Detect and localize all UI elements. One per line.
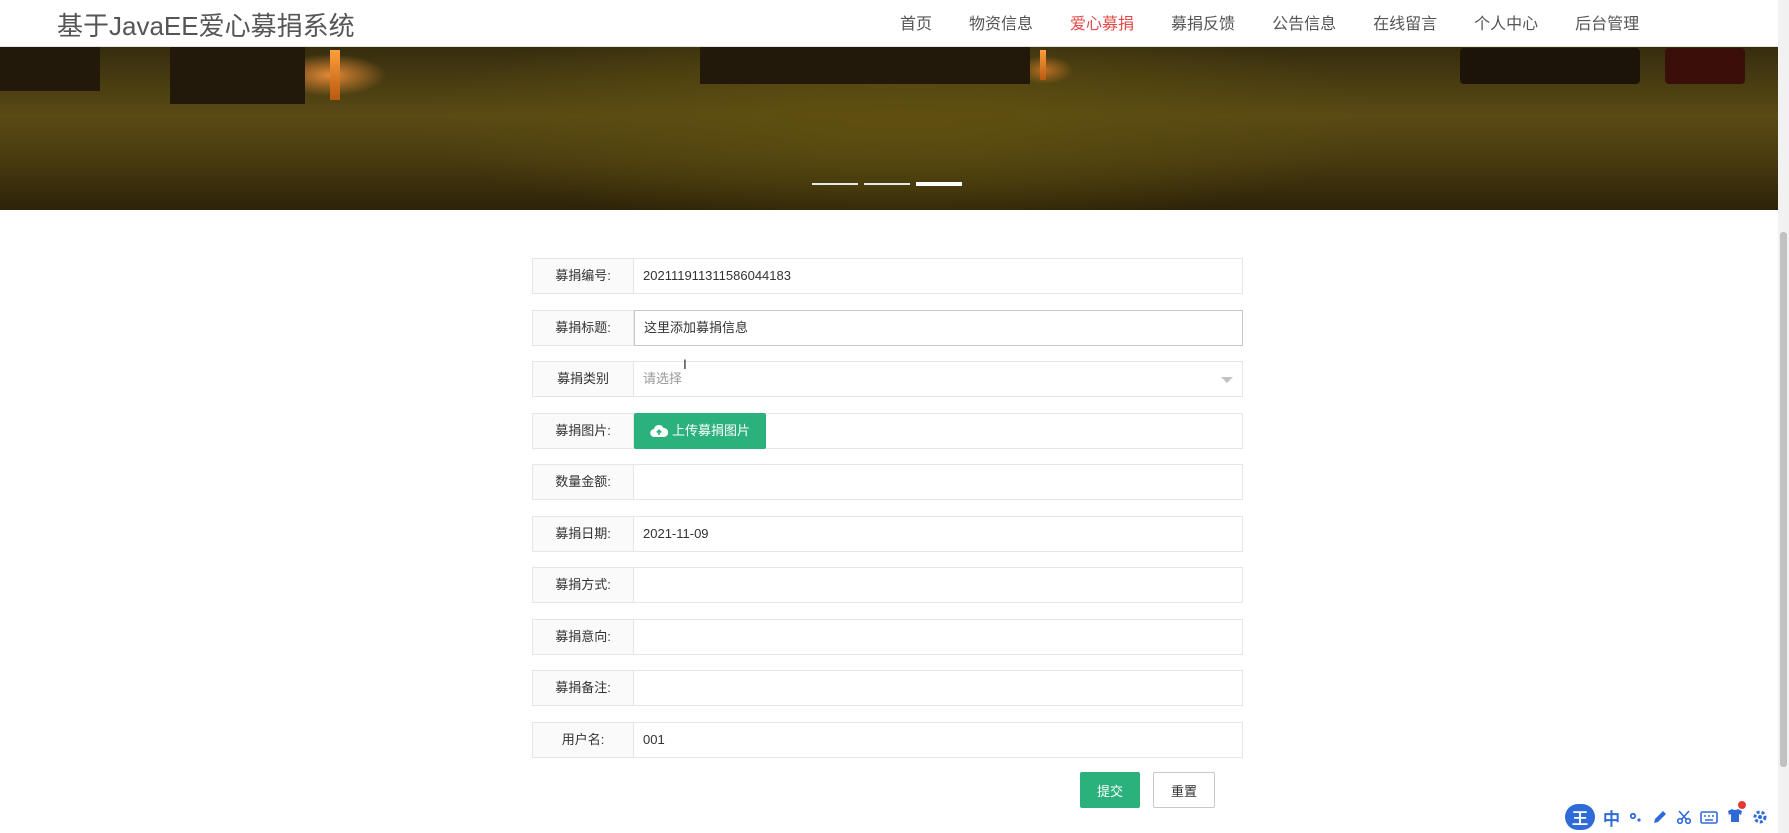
category-select[interactable]: 请选择 [634, 361, 1243, 397]
notification-dot [1738, 800, 1746, 809]
upload-image-button[interactable]: 上传募捐图片 [634, 412, 766, 449]
carousel-indicators [812, 182, 962, 186]
light-reflection [330, 50, 340, 100]
nav-profile[interactable]: 个人中心 [1474, 10, 1538, 34]
date-label: 募捐日期: [532, 515, 634, 552]
title-field[interactable]: 这里添加募捐信息 [634, 309, 1243, 346]
remark-field[interactable] [634, 670, 1243, 706]
amount-label: 数量金额: [532, 464, 634, 500]
form-row-donation-no: 募捐编号: 202111911311586044183 [532, 258, 1243, 294]
amount-field[interactable] [634, 464, 1243, 500]
image-field: 上传募捐图片 [634, 412, 1243, 449]
skin-button[interactable] [1726, 800, 1746, 828]
username-label: 用户名: [532, 721, 634, 758]
bridge-pillar [700, 46, 1030, 84]
form-row-remark: 募捐备注: [532, 670, 1243, 706]
text-cursor-icon: I [683, 356, 687, 372]
nav-messages[interactable]: 在线留言 [1373, 10, 1437, 34]
page-scrollbar[interactable] [1778, 0, 1789, 833]
form-row-title: 募捐标题: 这里添加募捐信息 [532, 309, 1243, 346]
main-nav: 首页 物资信息 爱心募捐 募捐反馈 公告信息 在线留言 个人中心 后台管理 [900, 10, 1639, 34]
pen-icon[interactable] [1652, 809, 1668, 825]
username-field[interactable]: 001 [634, 721, 1243, 758]
punctuation-icon[interactable] [1628, 809, 1644, 825]
scrollbar-thumb[interactable] [1780, 232, 1787, 767]
skin-icon [1728, 808, 1742, 822]
nav-admin[interactable]: 后台管理 [1575, 10, 1639, 34]
settings-icon[interactable] [1752, 809, 1768, 825]
boat [1460, 48, 1640, 84]
nav-supplies[interactable]: 物资信息 [969, 10, 1033, 34]
boat [1665, 48, 1745, 84]
scissors-icon[interactable] [1676, 809, 1692, 825]
donation-no-field[interactable]: 202111911311586044183 [634, 258, 1243, 294]
nav-feedback[interactable]: 募捐反馈 [1171, 10, 1235, 34]
site-title: 基于JavaEE爱心募捐系统 [57, 11, 355, 41]
upload-button-label: 上传募捐图片 [671, 422, 750, 438]
method-label: 募捐方式: [532, 567, 634, 603]
category-placeholder: 请选择 [643, 371, 683, 386]
keyboard-icon[interactable] [1700, 809, 1718, 825]
ime-logo-icon[interactable]: 王 [1565, 804, 1595, 830]
carousel-dot-3[interactable] [916, 182, 962, 186]
form-row-date: 募捐日期: 2021-11-09 [532, 515, 1243, 552]
light-reflection [1040, 50, 1046, 80]
nav-donation[interactable]: 爱心募捐 [1070, 10, 1134, 34]
date-field[interactable]: 2021-11-09 [634, 515, 1243, 552]
title-label: 募捐标题: [532, 309, 634, 346]
intent-field[interactable] [634, 618, 1243, 655]
chevron-down-icon [1221, 377, 1233, 383]
category-label: 募捐类别 [532, 361, 634, 397]
ime-mode-toggle[interactable]: 中 [1603, 805, 1620, 830]
remark-label: 募捐备注: [532, 670, 634, 706]
form-row-intent: 募捐意向: [532, 618, 1243, 655]
form-actions: 提交 重置 [1080, 772, 1215, 808]
form-row-method: 募捐方式: [532, 567, 1243, 603]
form-row-username: 用户名: 001 [532, 721, 1243, 758]
bridge-pillar [170, 46, 305, 104]
form-row-amount: 数量金额: [532, 464, 1243, 500]
nav-home[interactable]: 首页 [900, 10, 932, 34]
nav-announcements[interactable]: 公告信息 [1272, 10, 1336, 34]
image-label: 募捐图片: [532, 412, 634, 449]
reset-button[interactable]: 重置 [1153, 772, 1215, 808]
bridge-pillar [0, 46, 100, 91]
ime-toolbar: 王 中 [1565, 800, 1768, 830]
submit-button[interactable]: 提交 [1080, 772, 1140, 808]
top-header: 基于JavaEE爱心募捐系统 首页 物资信息 爱心募捐 募捐反馈 公告信息 在线… [0, 0, 1778, 47]
intent-label: 募捐意向: [532, 618, 634, 655]
form-row-category: 募捐类别 请选择 [532, 361, 1243, 397]
carousel-dot-1[interactable] [812, 183, 858, 185]
donation-form: 募捐编号: 202111911311586044183 募捐标题: 这里添加募捐… [532, 258, 1243, 773]
method-field[interactable] [634, 567, 1243, 603]
form-row-image: 募捐图片: 上传募捐图片 [532, 412, 1243, 449]
cloud-upload-icon [650, 424, 668, 437]
carousel-dot-2[interactable] [864, 183, 910, 185]
donation-no-label: 募捐编号: [532, 258, 634, 294]
